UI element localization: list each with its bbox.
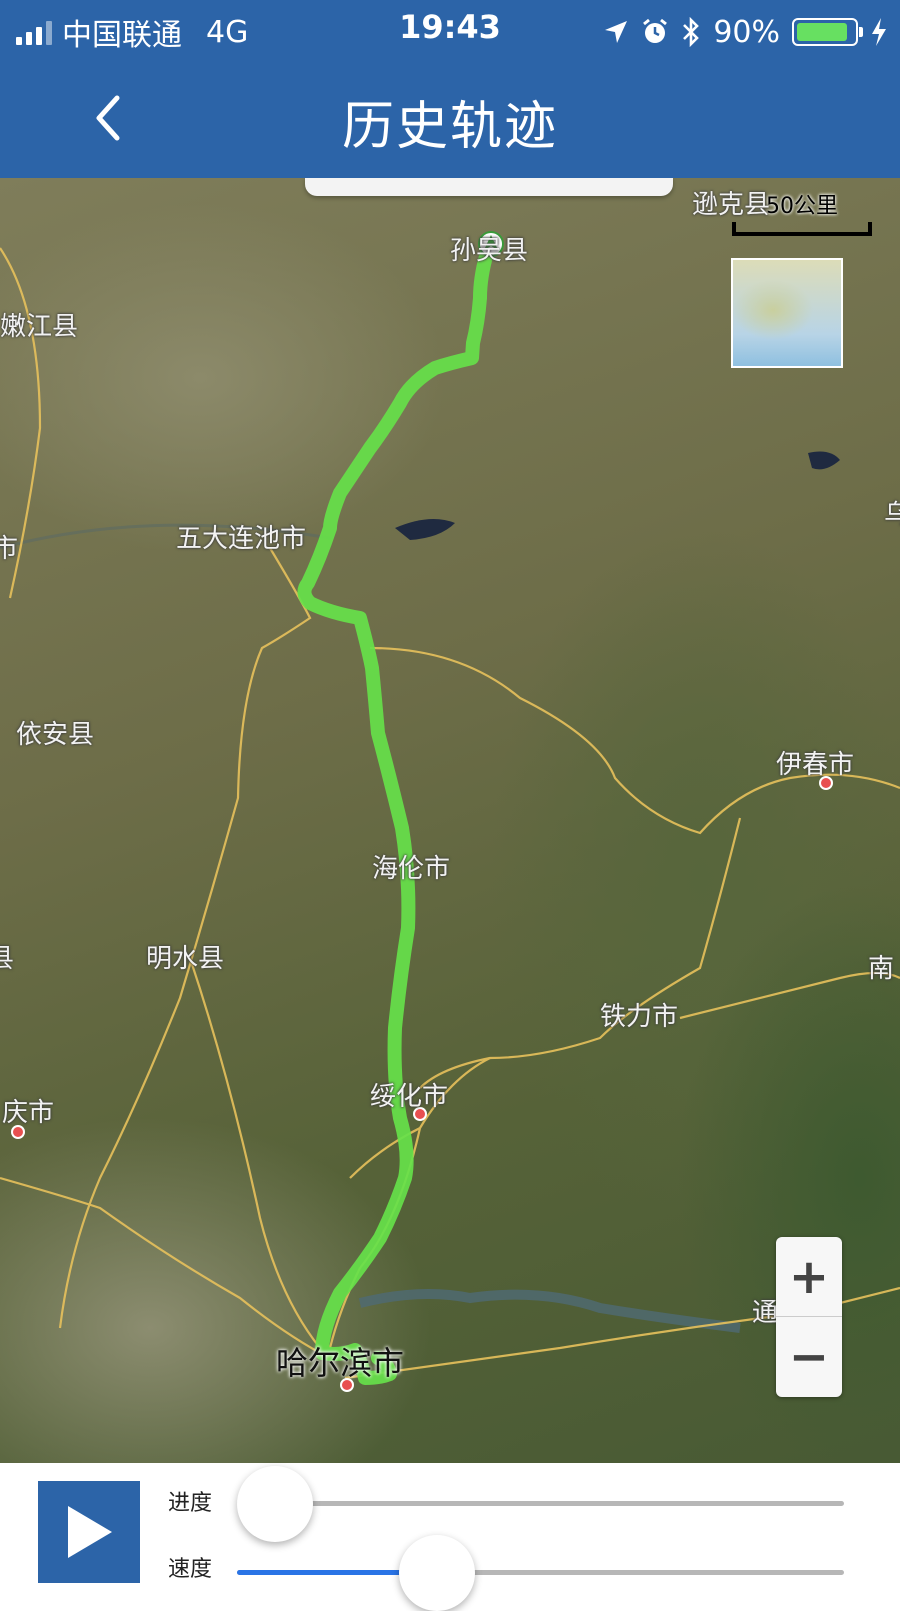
route-track [297,236,497,1385]
map-label: 哈尔滨市 [276,1344,405,1382]
speed-slider-thumb[interactable] [399,1535,476,1611]
progress-slider-track[interactable] [237,1501,844,1506]
road [679,971,900,1020]
location-arrow-icon [605,21,628,43]
lake [395,519,455,540]
map-label: 通 [752,1298,779,1328]
lake [808,451,840,470]
map-label: 乌 [884,500,900,530]
map-view[interactable]: 逊克县 孙吴县 嫩江县 五大连池市 市 乌 依安县 伊春市 海伦市 明水县 县 … [0,178,900,1463]
scale-bar [732,222,872,236]
play-button[interactable] [38,1481,140,1583]
map-label: 伊春市 [776,750,855,780]
road [0,1176,331,1359]
map-label: 五大连池市 [176,524,307,554]
map-label: 孙吴县 [450,236,529,266]
speed-label: 速度 [168,1557,213,1582]
speed-slider-track[interactable] [237,1570,844,1575]
map-overlay [0,231,900,1392]
road [419,817,742,1089]
alarm-icon [643,18,668,43]
map-label: 依安县 [16,720,95,750]
progress-label: 进度 [168,1491,213,1516]
battery-percent: 90% [713,14,780,50]
map-label: 县 [0,944,15,974]
river [358,1289,741,1333]
map-label: 海伦市 [372,854,451,884]
map-label: 铁力市 [600,1002,679,1032]
zoom-control: + − [776,1237,842,1397]
play-icon [68,1506,112,1558]
map-label: 市 [0,534,19,564]
map-label: 绥化市 [370,1082,449,1112]
map-label: 南 [868,954,895,984]
map-label: 庆市 [2,1098,55,1128]
status-bar: 中国联通 4G 19:43 90% [0,0,900,64]
playback-controls: 进度 速度 [0,1463,900,1611]
bluetooth-icon [683,17,700,47]
road [188,957,321,1349]
map-label: 明水县 [146,944,225,974]
battery-icon [792,18,863,46]
info-callout [305,178,673,196]
road [369,646,900,835]
map-label: 嫩江县 [0,312,79,342]
map-scale: 50公里 [732,188,872,236]
app-header: 中国联通 4G 19:43 90% 历史轨迹 [0,0,900,178]
charging-icon [872,18,886,46]
page-title: 历史轨迹 [341,97,558,157]
overview-map[interactable] [731,258,843,368]
scale-label: 50公里 [766,194,838,219]
progress-slider-thumb[interactable] [237,1466,313,1542]
zoom-out-button[interactable]: − [776,1317,842,1397]
zoom-in-button[interactable]: + [776,1237,842,1317]
